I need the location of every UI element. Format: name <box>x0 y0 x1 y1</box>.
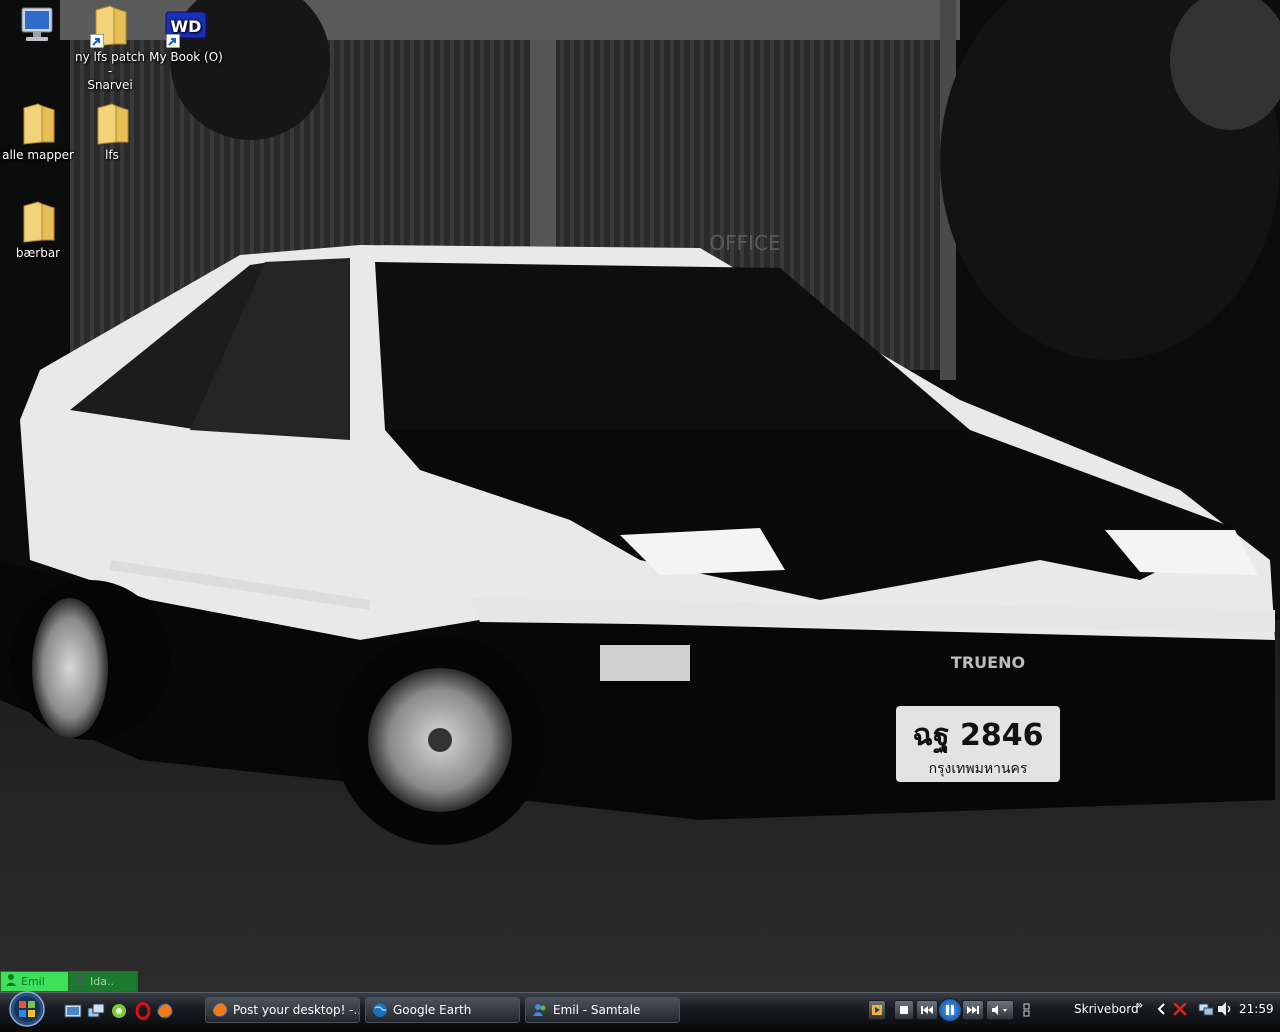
computer-desktop-icon[interactable] <box>0 4 76 50</box>
google-earth-icon <box>373 1003 387 1017</box>
windows-orb-icon <box>9 991 45 1027</box>
task-button-firefox[interactable]: Post your desktop! -... <box>205 997 360 1023</box>
firefox-quicklaunch-icon[interactable] <box>156 1002 174 1020</box>
toolbar-chevron[interactable]: » <box>1136 998 1143 1012</box>
chat-tab-bar: Emil Ida.. <box>0 971 138 992</box>
play-pause-button[interactable] <box>938 998 962 1022</box>
previous-icon <box>921 1006 933 1014</box>
wd-drive-icon: WD <box>164 4 208 48</box>
chat-tab-ida[interactable]: Ida.. <box>69 971 138 992</box>
office-sign-text: OFFICE <box>709 231 780 255</box>
chat-tab-emil[interactable]: Emil <box>0 971 69 992</box>
switch-windows-icon[interactable] <box>87 1002 105 1020</box>
alle-mapper-folder[interactable]: alle mapper <box>0 102 76 162</box>
media-restore-button[interactable] <box>868 1000 886 1020</box>
next-button[interactable] <box>962 1000 984 1020</box>
folder-shortcut-icon <box>88 4 132 48</box>
lfs-folder[interactable]: lfs <box>74 102 150 162</box>
ny-lfs-patch-label: ny lfs patch - Snarvei <box>74 50 146 92</box>
chat-tab-label: Emil <box>21 975 45 988</box>
desktop-toolbar-label[interactable]: Skrivebord <box>1074 1002 1139 1016</box>
volume-button[interactable] <box>986 1000 1014 1020</box>
task-button-messenger[interactable]: Emil - Samtale <box>525 997 680 1023</box>
plate-top-text: ฉฐ 2846 <box>913 718 1044 755</box>
messenger-quicklaunch-icon[interactable] <box>110 1002 128 1020</box>
media-expand-button[interactable] <box>1020 1000 1034 1020</box>
pause-icon <box>946 1005 954 1015</box>
desktop[interactable]: OFFICE TRUENO ฉฐ 2846 กรุงเทพมหานคร ny l… <box>0 0 1280 992</box>
task-button-label: Emil - Samtale <box>553 1003 641 1017</box>
task-button-label: Post your desktop! -... <box>233 1003 360 1017</box>
my-book-drive-shortcut[interactable]: WD My Book (O) <box>148 4 224 64</box>
media-player-icon <box>872 1005 882 1015</box>
network-disconnected-icon[interactable] <box>1172 1001 1188 1017</box>
my-book-label: My Book (O) <box>149 50 223 64</box>
speaker-icon[interactable] <box>1217 1001 1233 1017</box>
messenger-icon <box>533 1004 546 1016</box>
baerbar-label: bærbar <box>15 246 61 260</box>
contact-icon <box>74 973 86 990</box>
task-button-google-earth[interactable]: Google Earth <box>365 997 520 1023</box>
alle-mapper-label: alle mapper <box>2 148 74 162</box>
plate-bottom-text: กรุงเทพมหานคร <box>929 761 1028 777</box>
start-button[interactable] <box>2 990 52 1028</box>
volume-dropdown-icon <box>992 1005 1007 1015</box>
contact-icon <box>5 973 17 990</box>
expand-icon <box>1023 1003 1030 1017</box>
ny-lfs-patch-shortcut[interactable]: ny lfs patch - Snarvei <box>72 4 148 92</box>
network-icon[interactable] <box>1198 1001 1214 1017</box>
stop-icon <box>900 1006 908 1014</box>
car-badge-text: TRUENO <box>951 653 1025 672</box>
shortcut-arrow-icon <box>166 34 180 48</box>
next-icon <box>967 1006 979 1014</box>
tray-expand-icon[interactable] <box>1154 1001 1170 1017</box>
folder-icon <box>16 200 60 244</box>
firefox-icon <box>213 1003 227 1017</box>
folder-icon <box>90 102 134 146</box>
lfs-label: lfs <box>105 148 119 162</box>
wallpaper-image: OFFICE TRUENO ฉฐ 2846 กรุงเทพมหานคร <box>0 0 1280 992</box>
stop-button[interactable] <box>894 1000 914 1020</box>
baerbar-folder[interactable]: bærbar <box>0 200 76 260</box>
taskbar: Post your desktop! -... Google Earth Emi… <box>0 990 1280 1028</box>
taskbar-clock[interactable]: 21:59 <box>1239 1002 1274 1016</box>
folder-icon <box>16 102 60 146</box>
chat-tab-label: Ida.. <box>90 975 114 988</box>
show-desktop-icon[interactable] <box>64 1002 82 1020</box>
shortcut-arrow-icon <box>90 34 104 48</box>
previous-button[interactable] <box>916 1000 938 1020</box>
task-button-label: Google Earth <box>393 1003 472 1017</box>
computer-icon <box>16 4 60 48</box>
opera-icon[interactable] <box>134 1002 152 1020</box>
media-player-toolbar <box>868 998 1036 1022</box>
